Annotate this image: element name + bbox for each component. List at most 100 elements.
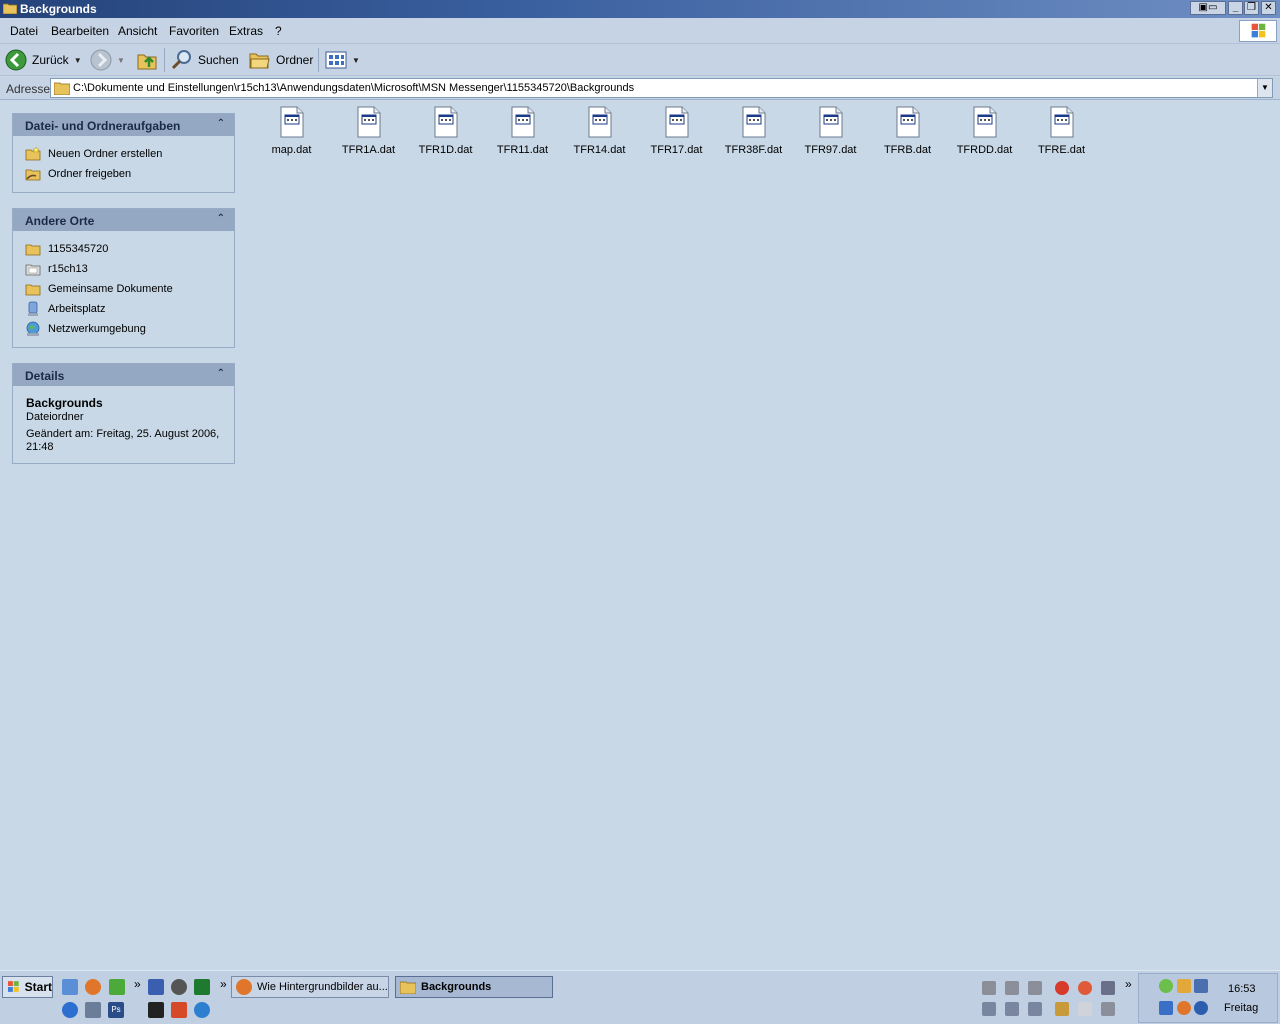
file-item[interactable]: TFRE.dat xyxy=(1023,106,1100,156)
tray-app-icon[interactable] xyxy=(982,981,996,995)
details-pane: Details ⌃ Backgrounds Dateiordner Geände… xyxy=(12,363,235,464)
file-item[interactable]: TFR97.dat xyxy=(792,106,869,156)
file-item[interactable]: TFR14.dat xyxy=(561,106,638,156)
tray-app-icon[interactable] xyxy=(1055,981,1069,995)
back-button[interactable]: Zurück ▼ xyxy=(5,48,82,72)
share-folder-link[interactable]: Ordner freigeben xyxy=(25,164,234,184)
place-link-shared-documents[interactable]: Gemeinsame Dokumente xyxy=(25,279,234,299)
place-link-parent-folder[interactable]: 1155345720 xyxy=(25,239,234,259)
close-button[interactable]: ✕ xyxy=(1261,1,1276,15)
search-button[interactable]: Suchen xyxy=(171,48,239,72)
clock-time[interactable]: 16:53 xyxy=(1228,983,1256,995)
app-icon[interactable] xyxy=(194,1002,210,1018)
tray-app-icon[interactable] xyxy=(982,1002,996,1016)
pane-header[interactable]: Details ⌃ xyxy=(13,364,234,386)
start-button[interactable]: Start xyxy=(2,976,53,998)
internet-explorer-icon[interactable] xyxy=(62,1002,78,1018)
folder-icon xyxy=(3,3,17,14)
menu-favoriten[interactable]: Favoriten xyxy=(169,24,219,38)
pane-title: Andere Orte xyxy=(25,214,95,228)
file-item[interactable]: TFR17.dat xyxy=(638,106,715,156)
quicklaunch-overflow-button[interactable]: » xyxy=(220,977,227,991)
search-label: Suchen xyxy=(198,53,239,67)
link-label: r15ch13 xyxy=(48,263,88,275)
collapse-icon[interactable]: ⌃ xyxy=(217,368,225,379)
up-folder-button[interactable] xyxy=(136,48,158,72)
title-bar[interactable]: Backgrounds ▣▭ _ ❐ ✕ xyxy=(0,0,1280,18)
menu-datei[interactable]: Datei xyxy=(10,24,38,38)
file-item[interactable]: TFR1A.dat xyxy=(330,106,407,156)
app-icon[interactable] xyxy=(171,1002,187,1018)
app-icon[interactable] xyxy=(109,979,125,995)
dat-file-icon xyxy=(896,106,919,138)
steam-icon[interactable] xyxy=(148,1002,164,1018)
tray-app-icon[interactable] xyxy=(1194,979,1208,993)
link-label: Ordner freigeben xyxy=(48,168,132,180)
user-folder-icon xyxy=(25,264,41,276)
dat-file-icon xyxy=(1050,106,1073,138)
menu-extras[interactable]: Extras xyxy=(229,24,263,38)
minimize-button[interactable]: _ xyxy=(1228,1,1243,15)
place-link-my-computer[interactable]: Arbeitsplatz xyxy=(25,299,234,319)
taskbar-button-browser[interactable]: Wie Hintergrundbilder au... xyxy=(231,976,389,998)
tray-app-icon[interactable] xyxy=(1078,981,1092,995)
file-item[interactable]: TFR11.dat xyxy=(484,106,561,156)
file-item[interactable]: TFRDD.dat xyxy=(946,106,1023,156)
app-icon[interactable] xyxy=(194,979,210,995)
windows-flag-icon xyxy=(7,981,19,992)
file-item[interactable]: map.dat xyxy=(253,106,330,156)
views-button[interactable]: ▼ xyxy=(325,48,360,72)
file-item[interactable]: TFR1D.dat xyxy=(407,106,484,156)
tray-app-icon[interactable] xyxy=(1028,981,1042,995)
tray-app-icon[interactable] xyxy=(1101,981,1115,995)
app-icon[interactable] xyxy=(171,979,187,995)
tray-overflow-button[interactable]: » xyxy=(1125,977,1132,991)
file-item[interactable]: TFR38F.dat xyxy=(715,106,792,156)
firefox-icon[interactable] xyxy=(1177,1001,1191,1015)
window-title: Backgrounds xyxy=(20,2,97,16)
show-desktop-icon[interactable] xyxy=(62,979,78,995)
tray-app-icon[interactable] xyxy=(1194,1001,1208,1015)
file-name: map.dat xyxy=(271,144,312,156)
place-link-user[interactable]: r15ch13 xyxy=(25,259,234,279)
new-folder-link[interactable]: Neuen Ordner erstellen xyxy=(25,144,234,164)
quicklaunch-overflow-button[interactable]: » xyxy=(134,977,141,991)
menu-ansicht[interactable]: Ansicht xyxy=(118,24,157,38)
collapse-icon[interactable]: ⌃ xyxy=(217,213,225,224)
tray-app-icon[interactable] xyxy=(1177,979,1191,993)
app-icon[interactable] xyxy=(148,979,164,995)
tray-app-icon[interactable] xyxy=(1055,1002,1069,1016)
folders-label: Ordner xyxy=(276,53,314,67)
address-input[interactable]: C:\Dokumente und Einstellungen\r15ch13\A… xyxy=(50,78,1273,98)
network-status-icon[interactable] xyxy=(1159,979,1173,993)
file-name: TFRB.dat xyxy=(883,144,932,156)
file-item[interactable]: TFRB.dat xyxy=(869,106,946,156)
photoshop-icon[interactable]: Ps xyxy=(108,1002,124,1018)
menu-help[interactable]: ? xyxy=(275,24,282,38)
taskbar-button-backgrounds[interactable]: Backgrounds xyxy=(395,976,553,998)
tray-app-icon[interactable] xyxy=(1159,1001,1173,1015)
pane-header[interactable]: Datei- und Ordneraufgaben ⌃ xyxy=(13,114,234,136)
tray-app-icon[interactable] xyxy=(1005,1002,1019,1016)
pane-header[interactable]: Andere Orte ⌃ xyxy=(13,209,234,231)
address-bar: Adresse C:\Dokumente und Einstellungen\r… xyxy=(0,77,1280,100)
app-icon[interactable] xyxy=(85,1002,101,1018)
firefox-icon[interactable] xyxy=(85,979,101,995)
address-dropdown-button[interactable]: ▼ xyxy=(1257,79,1272,97)
file-folder-tasks-pane: Datei- und Ordneraufgaben ⌃ Neuen Ordner… xyxy=(12,113,235,193)
dat-file-icon xyxy=(588,106,611,138)
tray-app-icon[interactable] xyxy=(1101,1002,1115,1016)
app-switch-icon[interactable]: ▣▭ xyxy=(1190,1,1226,15)
collapse-icon[interactable]: ⌃ xyxy=(217,118,225,129)
maximize-button[interactable]: ❐ xyxy=(1244,1,1259,15)
place-link-network[interactable]: Netzwerkumgebung xyxy=(25,319,234,339)
forward-button[interactable]: ▼ xyxy=(90,48,125,72)
menu-bearbeiten[interactable]: Bearbeiten xyxy=(51,24,109,38)
tray-app-icon[interactable] xyxy=(1005,981,1019,995)
tray-app-icon[interactable] xyxy=(1028,1002,1042,1016)
tray-app-icon[interactable] xyxy=(1078,1002,1092,1016)
folders-button[interactable]: Ordner xyxy=(248,48,313,72)
chevron-down-icon[interactable]: ▼ xyxy=(352,56,360,65)
chevron-down-icon[interactable]: ▼ xyxy=(117,56,125,65)
chevron-down-icon[interactable]: ▼ xyxy=(74,56,82,65)
